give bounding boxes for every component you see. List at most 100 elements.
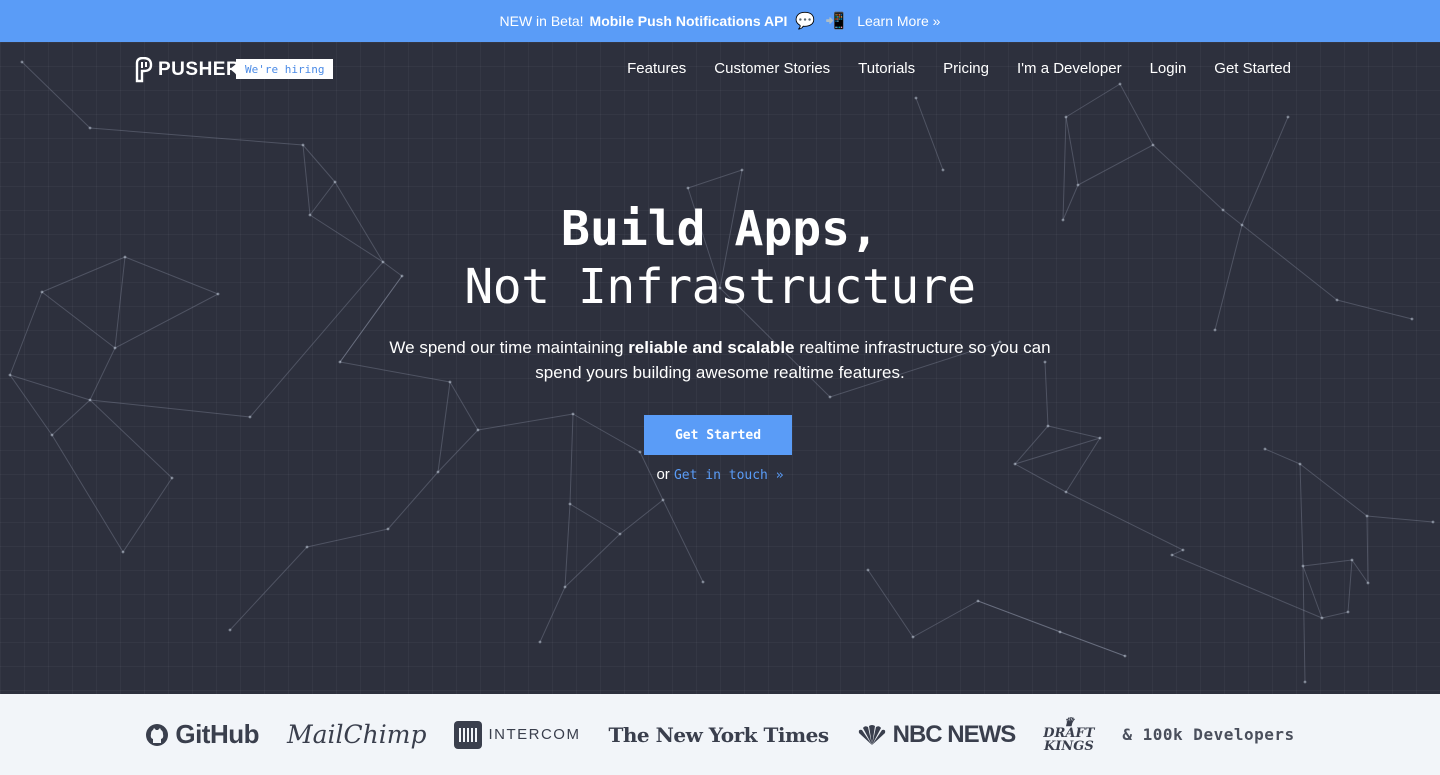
nav-features[interactable]: Features (627, 60, 686, 77)
mesh-node (911, 635, 915, 639)
mesh-node (1298, 462, 1302, 466)
developer-count-text: & 100k Developers (1122, 725, 1295, 744)
mesh-line (51, 434, 124, 553)
mesh-line (9, 374, 91, 401)
mesh-line (1047, 425, 1101, 439)
mesh-node (1076, 183, 1080, 187)
mesh-line (539, 586, 566, 643)
mesh-node (941, 168, 945, 172)
mesh-node (1431, 520, 1435, 524)
mesh-node (638, 450, 642, 454)
top-nav: PUSHER We're hiring Features Customer St… (0, 42, 1440, 98)
mesh-node (228, 628, 232, 632)
nav-developer[interactable]: I'm a Developer (1017, 60, 1122, 77)
mesh-node (1064, 115, 1068, 119)
mesh-line (1014, 437, 1101, 465)
nav-get-started[interactable]: Get Started (1214, 60, 1291, 77)
mesh-line (912, 600, 979, 638)
mesh-line (572, 413, 641, 453)
mesh-line (662, 499, 704, 583)
mesh-node (333, 180, 337, 184)
mesh-line (1302, 565, 1306, 683)
pusher-logo-icon (135, 57, 153, 83)
mesh-line (449, 381, 479, 431)
hiring-badge[interactable]: We're hiring (229, 59, 334, 79)
mesh-node (1350, 558, 1354, 562)
mesh-line (1321, 611, 1349, 619)
mesh-line (569, 413, 574, 505)
mesh-line (122, 477, 173, 553)
mesh-line (89, 127, 304, 146)
nav-menu: Features Customer Stories Tutorials Pric… (627, 60, 1291, 78)
mesh-node (113, 346, 117, 350)
mesh-line (977, 600, 1061, 633)
mesh-line (306, 528, 389, 548)
mesh-line (867, 569, 914, 638)
banner-prefix: NEW in Beta! (499, 13, 584, 29)
mesh-node (301, 143, 305, 147)
mesh-line (51, 399, 91, 436)
mesh-node (1013, 462, 1017, 466)
tagline-bold: reliable and scalable (628, 338, 795, 357)
hero-tagline: We spend our time maintaining reliable a… (380, 335, 1060, 385)
mesh-node (828, 395, 832, 399)
banner-learn-more-link[interactable]: Learn More » (857, 13, 940, 29)
mesh-node (1213, 328, 1217, 332)
mesh-node (50, 433, 54, 437)
hero-headline: Build Apps, Not Infrastructure (0, 200, 1440, 316)
mesh-node (1064, 490, 1068, 494)
mesh-node (1365, 514, 1369, 518)
mesh-line (564, 503, 571, 588)
mesh-line (1059, 631, 1126, 657)
nav-login[interactable]: Login (1150, 60, 1187, 77)
announcement-banner[interactable]: NEW in Beta! Mobile Push Notifications A… (0, 0, 1440, 42)
mesh-line (477, 413, 574, 431)
draftkings-logo: ♛ DRAFT KINGS (1043, 716, 1095, 753)
mesh-node (866, 568, 870, 572)
github-wordmark: GitHub (175, 719, 260, 749)
hero-section: PUSHER We're hiring Features Customer St… (0, 42, 1440, 694)
intercom-logo: INTERCOM (454, 720, 581, 749)
mesh-node (8, 373, 12, 377)
mesh-node (1286, 115, 1290, 119)
mesh-line (89, 399, 251, 418)
mesh-line (687, 169, 743, 189)
banner-title: Mobile Push Notifications API (589, 13, 788, 29)
draftkings-word-1: DRAFT (1043, 725, 1095, 741)
nbc-wordmark: NBC NEWS (892, 720, 1017, 748)
mesh-line (1302, 565, 1323, 619)
logo-wordmark: PUSHER (158, 59, 241, 80)
developer-count: & 100k Developers (1122, 725, 1294, 744)
mesh-line (1065, 437, 1101, 493)
mesh-node (563, 585, 567, 589)
get-in-touch-link[interactable]: Get in touch » (674, 468, 784, 483)
mesh-node (386, 527, 390, 531)
mesh-node (1046, 424, 1050, 428)
nav-customer-stories[interactable]: Customer Stories (714, 60, 830, 77)
mesh-node (1366, 581, 1370, 585)
get-started-button[interactable]: Get Started (644, 415, 792, 455)
mesh-node (476, 428, 480, 432)
contact-prefix: or (656, 466, 670, 483)
intercom-icon (454, 720, 483, 749)
intercom-wordmark: INTERCOM (488, 726, 581, 743)
mesh-line (89, 347, 116, 401)
mailchimp-logo: MailChimp (287, 720, 426, 749)
mesh-node (248, 415, 252, 419)
mesh-node (1170, 553, 1174, 557)
nyt-logo: The New York Times (608, 723, 829, 747)
mesh-node (88, 126, 92, 130)
headline-line-2: Not Infrastructure (464, 259, 976, 315)
headline-line-1: Build Apps, (561, 201, 879, 257)
mesh-line (302, 144, 336, 183)
pusher-logo[interactable]: PUSHER (134, 56, 240, 84)
nbc-peacock-icon (858, 724, 885, 745)
mesh-node (1263, 447, 1267, 451)
mesh-node (305, 545, 309, 549)
mesh-line (1302, 559, 1353, 567)
nav-tutorials[interactable]: Tutorials (858, 60, 915, 77)
mailchimp-wordmark: MailChimp (287, 720, 427, 749)
mesh-node (661, 498, 665, 502)
mesh-node (1098, 436, 1102, 440)
nav-pricing[interactable]: Pricing (943, 60, 989, 77)
